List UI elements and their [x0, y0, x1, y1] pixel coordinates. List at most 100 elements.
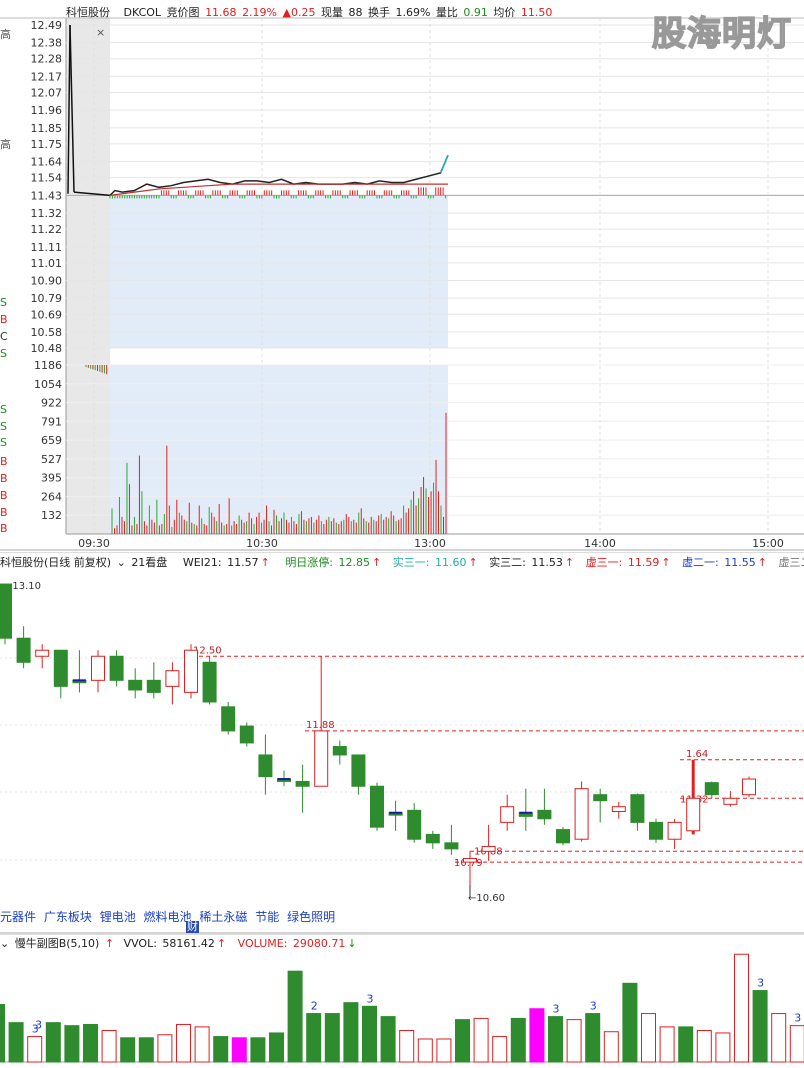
price-tick-label: 10.69	[31, 308, 63, 321]
candle-body	[593, 794, 608, 802]
candle-body	[481, 845, 496, 852]
candle-body	[332, 746, 347, 756]
candle-body	[16, 637, 31, 663]
candle-body	[574, 788, 589, 840]
volume-bar	[789, 1025, 804, 1063]
candle-body	[35, 649, 50, 657]
concept-tag[interactable]: 节能	[255, 910, 279, 924]
price-tick-label: 12.28	[31, 53, 63, 66]
edge-signal-letter: S	[0, 420, 7, 433]
volume-bar	[176, 1023, 191, 1063]
avg-value: 11.50	[520, 6, 553, 19]
price-tick-label: 11.32	[31, 207, 63, 220]
time-tick-label: 10:30	[246, 537, 278, 550]
volume-bar	[603, 1031, 619, 1063]
volume-bar-label: 3	[590, 1000, 597, 1013]
now-vol-label: 现量	[320, 6, 343, 19]
edge-signal-letter: B	[0, 313, 8, 326]
volume-bar-label: 3	[32, 1023, 39, 1036]
time-tick-label: 13:00	[414, 537, 446, 550]
candle-body	[351, 754, 366, 787]
candle-body	[407, 809, 422, 840]
edge-signal-letter: B	[0, 522, 8, 535]
volume-bar	[27, 1036, 43, 1063]
concept-tag[interactable]: 广东板块	[44, 910, 92, 924]
current-price: 11.68	[205, 6, 237, 19]
volume-bar	[752, 990, 768, 1063]
volume-bar	[362, 1005, 377, 1063]
edge-signal-letter: B	[0, 489, 8, 502]
price-tick-label: 11.43	[31, 189, 63, 202]
candle-body	[295, 780, 310, 787]
watermark-logo: 股海明灯	[651, 13, 792, 55]
price-tick-label: 11.54	[31, 172, 63, 185]
volume-bar	[194, 1026, 210, 1063]
price-tick-label: 12.38	[31, 37, 63, 50]
concept-tag[interactable]: 稀土永磁	[199, 910, 247, 924]
volume-bar	[548, 1016, 563, 1063]
volume-bar	[45, 1022, 61, 1063]
candle-body	[91, 655, 105, 681]
candle-body	[0, 583, 12, 639]
volume-bar	[417, 1038, 433, 1063]
concept-tag[interactable]: 元器件	[0, 910, 36, 924]
intraday-chart[interactable]: 12.49 12.38 12.28 12.17 12.07 11.96 11.85 11.75…	[0, 0, 804, 552]
volume-bar-label: 3	[553, 1003, 560, 1016]
indicator-name: DKCOL	[123, 6, 162, 19]
volume-bar	[324, 1013, 340, 1063]
volume-bar	[715, 1032, 731, 1063]
stock-name: 科恒股份	[66, 6, 110, 19]
volume-tick-label: 922	[41, 397, 62, 410]
volume-bar	[566, 1019, 582, 1063]
price-tick-label: 12.49	[31, 19, 63, 32]
finance-badge[interactable]: 财	[186, 921, 199, 933]
volume-bar	[399, 1030, 415, 1063]
intraday-last-move	[439, 154, 449, 174]
volume-bar	[734, 953, 749, 1063]
volume-tick-label: 527	[41, 453, 62, 466]
volume-bar	[157, 1034, 173, 1063]
turnover-value: 1.69%	[395, 6, 431, 19]
candle-body	[258, 754, 273, 778]
time-tick-label: 09:30	[78, 537, 110, 550]
volume-bar	[473, 1017, 489, 1063]
candle-body	[184, 649, 198, 693]
volume-bar	[622, 982, 638, 1063]
candle-body	[444, 842, 459, 850]
volume-bar	[0, 1003, 5, 1063]
daily-candlestick-chart[interactable]: 12.5011.881.6411.3210.8810.79←13.10←10.6…	[0, 552, 804, 934]
volume-bar	[510, 1017, 526, 1063]
concept-tag[interactable]: 燃料电池	[144, 910, 192, 924]
volume-bar	[641, 1013, 656, 1063]
volume-bar	[287, 970, 303, 1063]
intraday-average-line	[109, 183, 448, 196]
vol-ratio-value: 0.91	[463, 6, 488, 19]
price-tick-label: 11.11	[31, 241, 63, 254]
concept-tag[interactable]: 锂电池	[100, 910, 136, 924]
edge-signal-letter: 高	[0, 137, 11, 151]
volume-bar-label: 3	[367, 992, 374, 1005]
volume-tick-label: 791	[41, 415, 62, 428]
level-label: 11.88	[306, 720, 335, 731]
volume-bar-chart[interactable]: 33233 333	[0, 934, 804, 1068]
edge-signal-letter: S	[0, 296, 7, 309]
volume-bar	[659, 1026, 675, 1063]
concept-tags: 元器件 广东板块 锂电池 燃料电池 稀土永磁 节能 绿色照明	[0, 908, 339, 925]
turnover-label: 换手	[367, 6, 390, 19]
concept-tag[interactable]: 绿色照明	[287, 910, 335, 924]
candle-body	[425, 833, 440, 844]
pct-change: 2.19%	[242, 6, 278, 19]
candle-body	[53, 649, 68, 687]
time-tick-label: 14:00	[584, 537, 616, 550]
close-icon[interactable]: ×	[96, 26, 105, 39]
edge-signal-letter: B	[0, 472, 8, 485]
candle-body	[686, 797, 701, 832]
price-tick-label: 11.22	[31, 223, 63, 236]
price-tick-label: 12.17	[31, 70, 63, 83]
candle-body	[649, 821, 663, 840]
candle-body	[630, 794, 645, 823]
time-tick-label: 15:00	[752, 537, 784, 550]
price-tick-label: 11.01	[31, 257, 63, 270]
candle-body	[537, 809, 552, 820]
volume-bar-label: 2	[311, 1000, 318, 1013]
